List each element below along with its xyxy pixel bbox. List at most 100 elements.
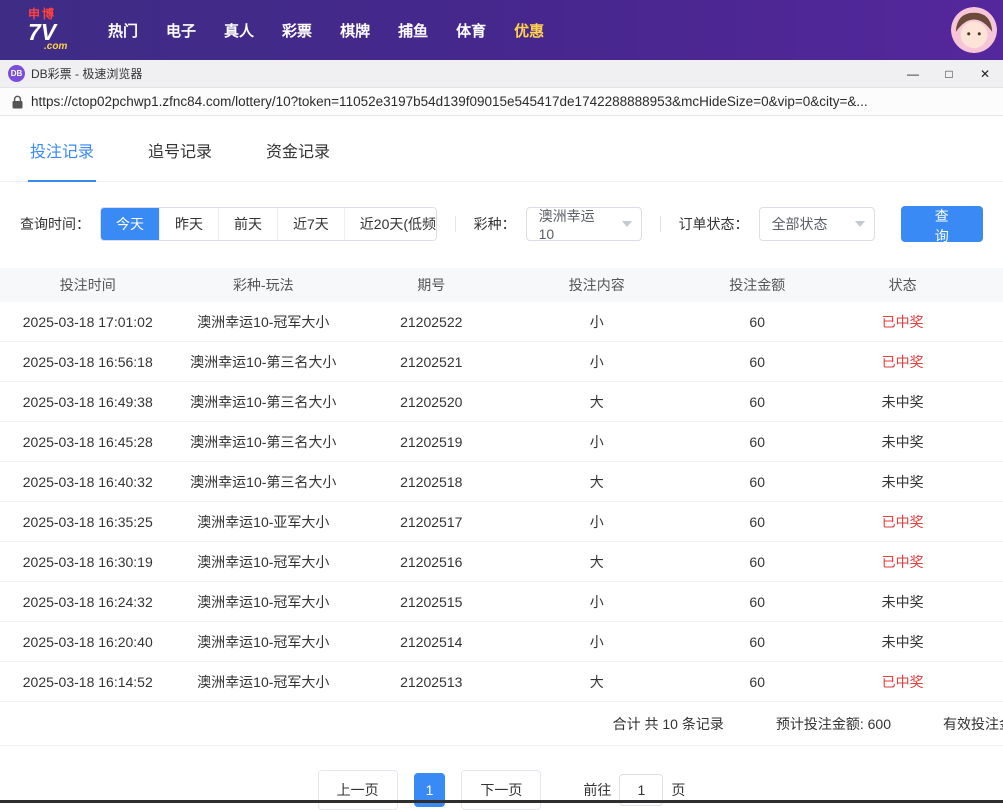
summary-row: 合计 共 10 条记录 预计投注金额: 600 有效投注金 bbox=[0, 702, 1003, 746]
bet-amount: 60 bbox=[749, 433, 765, 450]
site-logo[interactable]: 申博 7V .com bbox=[28, 8, 88, 52]
logo-com-suffix: .com bbox=[44, 41, 68, 52]
bet-amount: 60 bbox=[749, 593, 765, 610]
bet-content: 大 bbox=[589, 393, 604, 410]
bet-amount: 60 bbox=[749, 393, 765, 410]
column-header: 投注内容 bbox=[568, 277, 625, 293]
bet-play: 澳洲幸运10-第三名大小 bbox=[190, 473, 337, 490]
time-filter-option[interactable]: 近7天 bbox=[277, 208, 344, 240]
time-filter-option[interactable]: 前天 bbox=[218, 208, 277, 240]
table-row: 2025-03-18 16:20:40 澳洲幸运10-冠军大小 21202514 小 6… bbox=[0, 622, 1003, 662]
bet-content: 大 bbox=[589, 473, 604, 490]
site-top-nav: 申博 7V .com 热门 电子 真人 彩票 棋牌 捕鱼 体育 优惠 bbox=[0, 0, 1003, 60]
bet-amount: 60 bbox=[749, 513, 765, 530]
avatar-image bbox=[951, 7, 997, 53]
browser-tab-icon: DB bbox=[8, 65, 25, 82]
bet-status: 未中奖 bbox=[881, 473, 924, 490]
estimated-amount-text: 预计投注金额: 600 bbox=[775, 715, 891, 732]
total-records-text: 合计 共 10 条记录 bbox=[612, 715, 724, 732]
user-avatar[interactable] bbox=[951, 7, 997, 53]
tab-item[interactable]: 投注记录 bbox=[28, 138, 97, 182]
lottery-select[interactable]: 澳洲幸运10 bbox=[525, 207, 642, 242]
next-page-button[interactable]: 下一页 bbox=[461, 770, 542, 810]
valid-amount-text: 有效投注金 bbox=[943, 715, 1003, 732]
bet-time: 2025-03-18 16:40:32 bbox=[22, 473, 153, 490]
chevron-down-icon bbox=[621, 221, 632, 227]
bet-amount: 60 bbox=[749, 553, 765, 570]
table-row: 2025-03-18 16:14:52 澳洲幸运10-冠军大小 21202513 大 6… bbox=[0, 662, 1003, 702]
bet-status: 已中奖 bbox=[881, 553, 924, 570]
bet-amount: 60 bbox=[749, 313, 765, 330]
bet-time: 2025-03-18 16:20:40 bbox=[22, 633, 153, 650]
time-filter-option[interactable]: 近20天(低频) bbox=[343, 208, 436, 240]
query-button[interactable]: 查询 bbox=[900, 206, 983, 244]
lottery-filter-label: 彩种： bbox=[473, 216, 516, 232]
table-body: 2025-03-18 17:01:02 澳洲幸运10-冠军大小 21202522 小 6… bbox=[0, 302, 1003, 702]
bet-period: 21202517 bbox=[400, 513, 463, 530]
bet-time: 2025-03-18 16:35:25 bbox=[22, 513, 153, 530]
bet-amount: 60 bbox=[749, 673, 765, 690]
page-content: 投注记录 追号记录 资金记录 查询时间： 今天 昨天 前天 近7天 近20天(低频) 彩种：… bbox=[0, 116, 1003, 810]
filter-divider bbox=[659, 216, 661, 232]
column-header: 状态 bbox=[888, 277, 917, 293]
bet-records-table: 投注时间 彩种-玩法 期号 投注内容 投注金额 状态 2025-03-18 17:01:0… bbox=[0, 268, 1003, 746]
bet-content: 小 bbox=[589, 513, 604, 530]
url-text[interactable]: https://ctop02pchwp1.zfnc84.com/lottery/… bbox=[31, 94, 868, 109]
bet-content: 小 bbox=[589, 353, 604, 370]
bet-status: 未中奖 bbox=[881, 593, 924, 610]
status-filter-label: 订单状态： bbox=[678, 216, 749, 232]
bet-play: 澳洲幸运10-冠军大小 bbox=[197, 633, 330, 650]
column-header: 投注时间 bbox=[59, 277, 116, 293]
ssl-lock-icon bbox=[12, 95, 23, 109]
bet-period: 21202515 bbox=[400, 593, 463, 610]
bet-content: 小 bbox=[589, 633, 604, 650]
goto-unit-label: 页 bbox=[671, 782, 686, 798]
window-controls: — □ ✕ bbox=[895, 60, 1003, 88]
bet-time: 2025-03-18 16:14:52 bbox=[22, 673, 153, 690]
minimize-icon[interactable]: — bbox=[895, 60, 931, 88]
bet-time: 2025-03-18 16:45:28 bbox=[22, 433, 153, 450]
filter-divider bbox=[454, 216, 456, 232]
goto-label: 前往 bbox=[583, 782, 612, 798]
maximize-icon[interactable]: □ bbox=[931, 60, 967, 88]
bet-status: 已中奖 bbox=[881, 353, 924, 370]
bet-content: 小 bbox=[589, 313, 604, 330]
pagination: 上一页 1 下一页 前往 页 bbox=[0, 770, 1003, 810]
table-row: 2025-03-18 16:30:19 澳洲幸运10-冠军大小 21202516 大 6… bbox=[0, 542, 1003, 582]
bet-status: 已中奖 bbox=[881, 313, 924, 330]
bet-period: 21202513 bbox=[400, 673, 463, 690]
lottery-select-value: 澳洲幸运10 bbox=[538, 208, 595, 242]
bet-status: 未中奖 bbox=[881, 433, 924, 450]
tab-item[interactable]: 追号记录 bbox=[146, 138, 214, 181]
nav-item[interactable]: 优惠 bbox=[514, 20, 544, 41]
bet-period: 21202521 bbox=[400, 353, 463, 370]
logo-text-brand: 7V .com bbox=[28, 21, 88, 52]
nav-item[interactable]: 热门 bbox=[108, 20, 138, 41]
bet-period: 21202514 bbox=[400, 633, 463, 650]
prev-page-button[interactable]: 上一页 bbox=[317, 770, 398, 810]
nav-item[interactable]: 体育 bbox=[456, 20, 486, 41]
bet-period: 21202520 bbox=[400, 393, 463, 410]
nav-item[interactable]: 彩票 bbox=[282, 20, 312, 41]
bet-play: 澳洲幸运10-冠军大小 bbox=[197, 593, 330, 610]
nav-item[interactable]: 捕鱼 bbox=[398, 20, 428, 41]
bet-play: 澳洲幸运10-冠军大小 bbox=[197, 553, 330, 570]
bet-status: 未中奖 bbox=[881, 633, 924, 650]
bet-time: 2025-03-18 16:49:38 bbox=[22, 393, 153, 410]
status-select[interactable]: 全部状态 bbox=[758, 207, 875, 241]
site-nav-menu: 热门 电子 真人 彩票 棋牌 捕鱼 体育 优惠 bbox=[108, 20, 951, 41]
time-filter-option[interactable]: 今天 bbox=[101, 208, 159, 240]
tab-item[interactable]: 资金记录 bbox=[264, 138, 332, 181]
nav-item[interactable]: 电子 bbox=[166, 20, 196, 41]
bet-play: 澳洲幸运10-第三名大小 bbox=[190, 433, 337, 450]
bet-status: 已中奖 bbox=[881, 673, 924, 690]
table-header: 投注时间 彩种-玩法 期号 投注内容 投注金额 状态 bbox=[0, 268, 1003, 302]
time-filter-option[interactable]: 昨天 bbox=[159, 208, 218, 240]
close-icon[interactable]: ✕ bbox=[967, 60, 1003, 88]
bet-status: 已中奖 bbox=[881, 513, 924, 530]
nav-item[interactable]: 棋牌 bbox=[340, 20, 370, 41]
bet-period: 21202522 bbox=[400, 313, 463, 330]
chevron-down-icon bbox=[854, 221, 865, 227]
nav-item[interactable]: 真人 bbox=[224, 20, 254, 41]
bet-amount: 60 bbox=[749, 473, 765, 490]
